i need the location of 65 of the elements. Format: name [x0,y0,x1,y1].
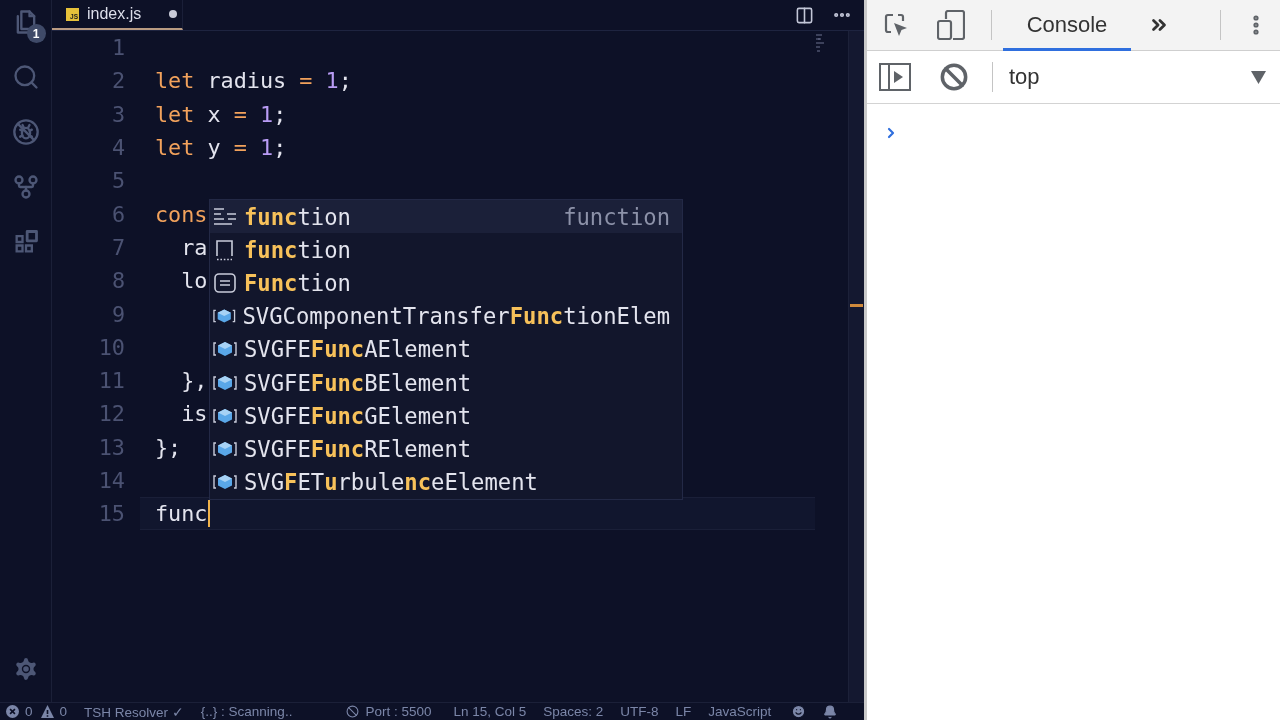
line-number: 11 [97,368,125,394]
line-number: 10 [97,334,125,360]
line-number: 9 [110,301,125,327]
code-line: }, [180,368,208,394]
warning-icon[interactable] [40,705,54,718]
line-number: 1 [110,35,125,61]
suggestion-item[interactable]: SVGComponentTransferFunctionElem [210,299,682,333]
no-bug-icon[interactable] [11,118,40,146]
code-line: let x = 1; [155,101,287,127]
code-line: cons [155,201,208,227]
code-line: ra [180,234,208,260]
code-line: lo [180,268,208,294]
line-number: 13 [97,434,125,460]
suggestion-item[interactable]: function function [210,200,682,234]
line-number: 12 [97,401,125,427]
suggestion-item[interactable]: SVGFEFuncRElement [210,432,682,466]
error-icon[interactable] [6,705,19,718]
suggestion-item[interactable]: Function [210,266,682,300]
no-entry-icon[interactable] [346,705,360,718]
code-line: let y = 1; [155,135,287,161]
text-cursor [207,500,210,528]
clear-console-icon[interactable] [940,63,968,91]
status-item[interactable]: Spaces: 2 [543,704,604,719]
line-number: 6 [110,201,125,227]
smiley-icon[interactable] [791,704,807,719]
code-line: }; [155,434,182,460]
status-item[interactable]: {..} : Scanning.. [200,704,293,719]
line-number: 14 [97,468,125,493]
error-count[interactable]: 0 [25,704,33,719]
line-number: 15 [97,501,125,527]
cursor-position-marker [850,304,863,307]
line-number: 4 [110,135,125,161]
suggestion-item[interactable]: SVGFEFuncBElement [210,365,682,400]
code-line: is [180,401,208,427]
sidebar-toggle-icon[interactable] [879,63,911,91]
code-line: func [155,501,208,527]
context-selector[interactable]: top [1009,64,1040,90]
status-item[interactable]: JavaScript [708,704,772,719]
suggestion-item[interactable]: SVGFEFuncGElement [210,399,682,433]
source-control-icon[interactable] [11,173,40,201]
line-number: 8 [110,268,125,294]
notification-badge: 1 [26,24,46,43]
line-number: 7 [110,234,125,260]
suggestion-item[interactable]: SVGFETurbulenceElement [210,465,682,499]
status-item[interactable]: Ln 15, Col 5 [453,704,527,719]
line-number: 3 [110,101,125,127]
inspect-icon[interactable] [883,12,909,38]
tab-label: index.js [87,5,142,23]
status-item[interactable]: LF [675,704,692,719]
suggestion-item[interactable]: SVGFEFuncAElement [210,332,682,366]
dropdown-triangle-icon[interactable] [1251,70,1266,84]
bell-icon[interactable] [823,704,838,719]
code-line: let radius = 1; [155,68,352,94]
status-item[interactable]: TSH Resolver ✓ [84,703,184,720]
warning-count[interactable]: 0 [59,704,68,719]
line-number: 5 [110,168,125,194]
rounded-square-icon [213,271,237,294]
suggestion-item[interactable]: function [210,233,682,267]
port-status[interactable]: Port : 5500 [365,704,432,719]
line-number: 2 [110,68,125,94]
device-toolbar-icon[interactable] [937,10,965,40]
lines-icon [213,205,237,228]
status-item[interactable]: UTF-8 [620,704,659,719]
search-icon[interactable] [11,63,40,91]
split-editor-icon[interactable] [795,5,814,25]
